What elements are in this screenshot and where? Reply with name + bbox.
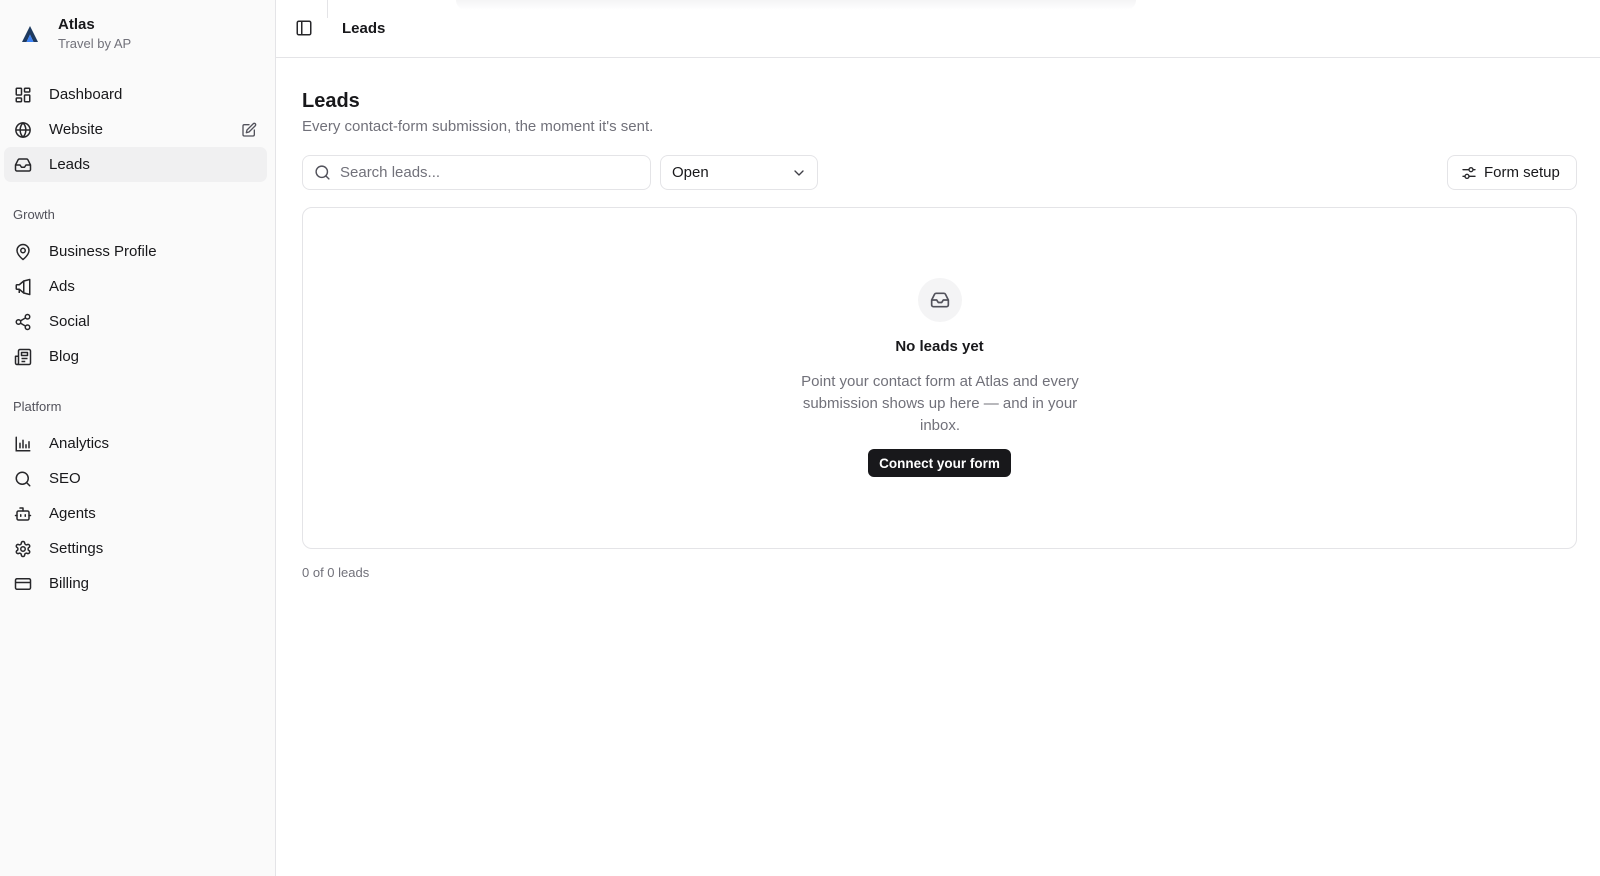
connect-form-button[interactable]: Connect your form [868, 449, 1011, 477]
globe-icon [15, 121, 31, 138]
empty-state-title: No leads yet [895, 338, 984, 355]
sidebar-item-seo[interactable]: SEO [4, 461, 267, 496]
sliders-icon [1462, 166, 1476, 179]
page-subtitle: Every contact-form submission, the momen… [302, 118, 654, 135]
sidebar-primary-nav: Dashboard Website Leads [4, 77, 267, 182]
brand[interactable]: Atlas Travel by AP [20, 16, 131, 52]
sidebar-item-label: Agents [49, 505, 96, 522]
sidebar-item-agents[interactable]: Agents [4, 496, 267, 531]
sidebar-item-label: Dashboard [49, 86, 123, 103]
sidebar-item-label: Analytics [49, 435, 110, 452]
sidebar-section-label-growth: Growth [13, 207, 55, 222]
map-pin-icon [16, 243, 30, 260]
sidebar-item-dashboard[interactable]: Dashboard [4, 77, 267, 112]
sidebar-item-label: Social [49, 313, 90, 330]
topbar: Leads [276, 0, 1600, 58]
sidebar: Atlas Travel by AP Dashboard Website Lea… [0, 0, 276, 876]
sidebar-item-settings[interactable]: Settings [4, 531, 267, 566]
sidebar-item-label: Business Profile [49, 243, 157, 260]
gear-icon [15, 540, 31, 557]
bar-chart-icon [15, 436, 31, 451]
sidebar-item-label: Leads [49, 156, 90, 173]
leads-empty-state-card: No leads yet Point your contact form at … [302, 207, 1577, 549]
sidebar-item-label: Billing [49, 575, 90, 592]
brand-text: Atlas Travel by AP [58, 16, 131, 52]
bot-icon [14, 506, 32, 521]
sidebar-section-label-platform: Platform [13, 399, 62, 414]
sidebar-platform-section: Platform [4, 397, 267, 417]
empty-state-description: Point your contact form at Atlas and eve… [801, 373, 1079, 434]
search-input[interactable] [340, 164, 630, 181]
sidebar-growth-section: Growth [4, 205, 267, 225]
panel-left-icon[interactable] [295, 19, 313, 37]
breadcrumb[interactable]: Leads [342, 19, 385, 38]
sidebar-item-label: Blog [49, 348, 80, 365]
newspaper-icon [14, 348, 32, 365]
status-filter-select[interactable]: Open [660, 155, 818, 190]
page-title: Leads [302, 90, 360, 112]
brand-name: Atlas [58, 16, 95, 33]
sidebar-item-ads[interactable]: Ads [4, 269, 267, 304]
sidebar-item-website[interactable]: Website [4, 112, 267, 147]
status-filter-value: Open [672, 164, 709, 181]
sidebar-item-label: SEO [49, 470, 81, 487]
sidebar-growth-nav: Business Profile Ads Social Blog [4, 234, 267, 374]
chevron-down-icon [794, 169, 804, 176]
dashboard-icon [15, 87, 31, 102]
sidebar-platform-nav: Analytics SEO Agents Settings Billing [4, 426, 267, 601]
sidebar-item-social[interactable]: Social [4, 304, 267, 339]
topbar-divider [327, 0, 328, 18]
edit-icon[interactable] [241, 122, 257, 138]
leads-count: 0 of 0 leads [302, 565, 370, 580]
sidebar-item-leads[interactable]: Leads [4, 147, 267, 182]
inbox-icon [930, 292, 950, 308]
sidebar-item-analytics[interactable]: Analytics [4, 426, 267, 461]
search-icon [315, 165, 330, 180]
search-icon [15, 471, 31, 486]
megaphone-icon [15, 278, 31, 295]
sidebar-item-label: Website [49, 121, 103, 138]
sidebar-item-billing[interactable]: Billing [4, 566, 267, 601]
share-icon [15, 313, 31, 330]
sidebar-item-label: Settings [49, 540, 104, 557]
form-setup-button[interactable]: Form setup [1447, 155, 1577, 190]
empty-state-icon-wrap [918, 278, 962, 322]
sidebar-item-label: Ads [49, 278, 75, 295]
brand-subtitle: Travel by AP [58, 36, 132, 51]
sidebar-item-blog[interactable]: Blog [4, 339, 267, 374]
credit-card-icon [14, 577, 32, 590]
search-box[interactable] [302, 155, 651, 190]
inbox-icon [14, 157, 32, 172]
sidebar-item-business-profile[interactable]: Business Profile [4, 234, 267, 269]
atlas-logo-icon [22, 26, 38, 42]
topbar-divider-shadow [456, 0, 1136, 10]
form-setup-label: Form setup [1484, 164, 1560, 181]
